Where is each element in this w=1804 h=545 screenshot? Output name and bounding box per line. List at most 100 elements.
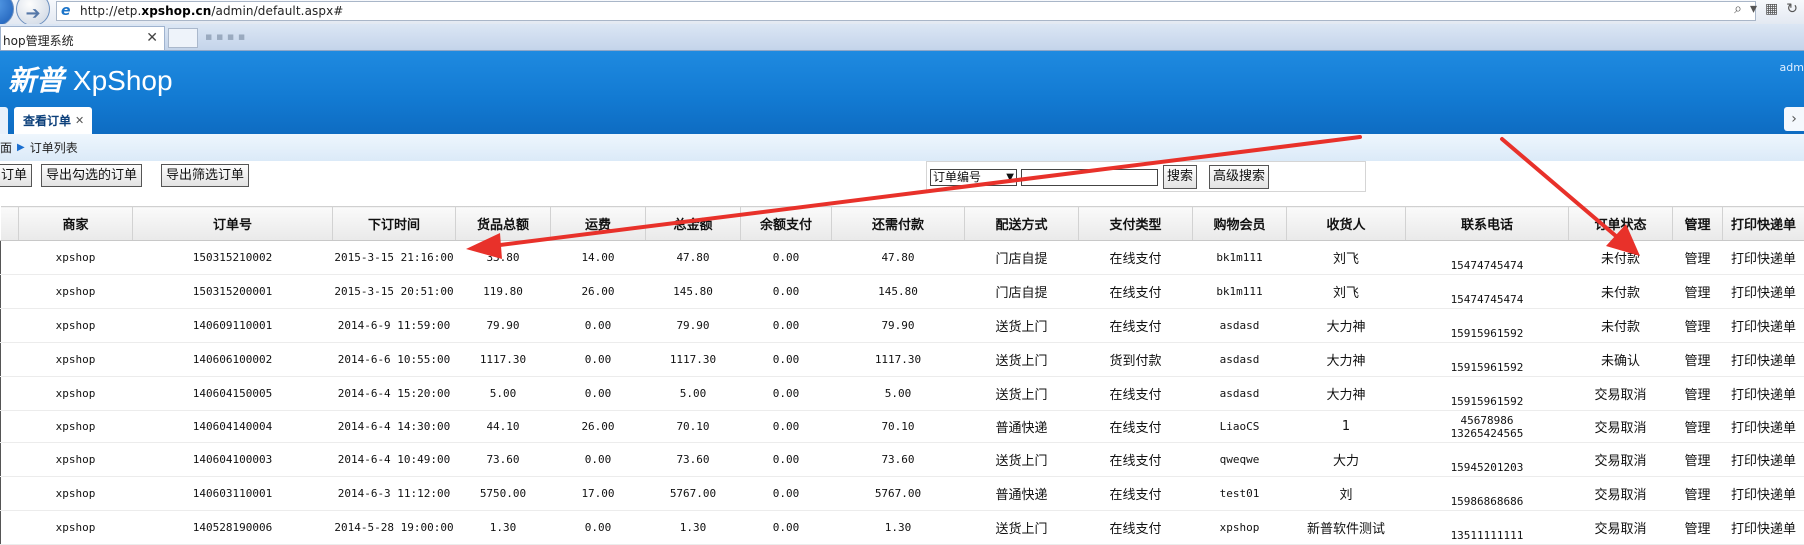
cell-manage[interactable]: 管理	[1673, 443, 1723, 477]
col-header[interactable]: 下订时间	[333, 207, 456, 241]
cell-order-no[interactable]: 140604150005	[133, 377, 333, 411]
favorites-strip: ▪ ▪ ▪ ▪	[205, 30, 245, 43]
toolbar: 订单 导出勾选的订单 导出筛选订单 订单编号 ▼ 搜索 高级搜索	[0, 161, 1804, 201]
cell-print[interactable]: 打印快递单	[1723, 241, 1804, 275]
row-checkbox[interactable]	[1, 411, 19, 443]
cell-order-no[interactable]: 140528190006	[133, 511, 333, 545]
cell-time: 2014-6-3 11:12:00	[333, 477, 456, 511]
cell-due: 1.30	[832, 511, 965, 545]
close-icon[interactable]: ✕	[146, 30, 158, 46]
export-filtered-button[interactable]: 导出筛选订单	[161, 164, 249, 187]
cell-manage[interactable]: 管理	[1673, 241, 1723, 275]
cell-order-no[interactable]: 150315200001	[133, 275, 333, 309]
cell-due: 145.80	[832, 275, 965, 309]
cell-order-no[interactable]: 140603110001	[133, 477, 333, 511]
cell-due: 5767.00	[832, 477, 965, 511]
cell-total: 5.00	[646, 377, 741, 411]
close-icon[interactable]: ✕	[75, 114, 84, 127]
col-header[interactable]: 购物会员	[1193, 207, 1287, 241]
cell-phone: 15915961592	[1406, 309, 1569, 343]
compat-view-icon[interactable]: ▦	[1765, 1, 1778, 17]
table-row: xpshop1406041400042014-6-4 14:30:0044.10…	[1, 411, 1804, 443]
phone-number: 15915961592	[1406, 361, 1569, 374]
tab-view-orders[interactable]: 查看订单 ✕	[14, 107, 92, 134]
col-header[interactable]: 收货人	[1287, 207, 1406, 241]
user-name[interactable]: adm	[1780, 61, 1804, 74]
url-field[interactable]: e http://etp.xpshop.cn/admin/default.asp…	[56, 1, 1756, 21]
row-checkbox[interactable]	[1, 343, 19, 377]
row-checkbox[interactable]	[1, 511, 19, 545]
cell-phone: 15474745474	[1406, 241, 1569, 275]
row-checkbox[interactable]	[1, 241, 19, 275]
cell-member: asdasd	[1193, 343, 1287, 377]
back-button[interactable]	[0, 0, 14, 26]
search-field-select[interactable]: 订单编号 ▼	[930, 169, 1017, 186]
col-header[interactable]: 联系电话	[1406, 207, 1569, 241]
col-header[interactable]: 运费	[551, 207, 646, 241]
col-header[interactable]: 配送方式	[965, 207, 1079, 241]
col-header[interactable]: 订单状态	[1569, 207, 1673, 241]
row-checkbox[interactable]	[1, 309, 19, 343]
cell-balance: 0.00	[741, 309, 832, 343]
breadcrumb-parent[interactable]: 面	[0, 139, 12, 156]
dropdown-icon[interactable]: ▾	[1750, 1, 1757, 17]
search-icon[interactable]: ⌕	[1734, 1, 1742, 17]
cell-print[interactable]: 打印快递单	[1723, 343, 1804, 377]
row-checkbox[interactable]	[1, 377, 19, 411]
cell-manage[interactable]: 管理	[1673, 343, 1723, 377]
cell-shipping: 送货上门	[965, 309, 1079, 343]
cell-order-no[interactable]: 140609110001	[133, 309, 333, 343]
row-checkbox[interactable]	[1, 443, 19, 477]
cell-order-no[interactable]: 140604140004	[133, 411, 333, 443]
cell-time: 2014-6-9 11:59:00	[333, 309, 456, 343]
phone-number: 15986868686	[1406, 495, 1569, 508]
cell-shipping: 门店自提	[965, 241, 1079, 275]
cell-order-no[interactable]: 140606100002	[133, 343, 333, 377]
col-header[interactable]: 总金额	[646, 207, 741, 241]
cell-receiver: 1	[1287, 411, 1406, 443]
cell-manage[interactable]: 管理	[1673, 411, 1723, 443]
cell-manage[interactable]: 管理	[1673, 511, 1723, 545]
cell-print[interactable]: 打印快递单	[1723, 377, 1804, 411]
row-checkbox[interactable]	[1, 275, 19, 309]
col-header[interactable]: 支付类型	[1079, 207, 1193, 241]
cell-print[interactable]: 打印快递单	[1723, 443, 1804, 477]
advanced-search-button[interactable]: 高级搜索	[1209, 165, 1269, 189]
col-header[interactable]: 商家	[19, 207, 133, 241]
order-button[interactable]: 订单	[0, 164, 32, 187]
table-row: xpshop1406031100012014-6-3 11:12:005750.…	[1, 477, 1804, 511]
cell-order-no[interactable]: 140604100003	[133, 443, 333, 477]
row-checkbox[interactable]	[1, 477, 19, 511]
breadcrumb: 面 ▶ 订单列表	[0, 134, 1804, 161]
cell-manage[interactable]: 管理	[1673, 377, 1723, 411]
tab-scroll-right-button[interactable]: ›	[1784, 107, 1804, 131]
cell-goods: 44.10	[456, 411, 551, 443]
cell-shipping: 普通快递	[965, 411, 1079, 443]
cell-time: 2015-3-15 21:16:00	[333, 241, 456, 275]
cell-member: qweqwe	[1193, 443, 1287, 477]
col-header[interactable]: 货品总额	[456, 207, 551, 241]
browser-tab[interactable]: hop管理系统 ✕	[0, 26, 165, 50]
col-header[interactable]: 余额支付	[741, 207, 832, 241]
col-header[interactable]: 还需付款	[832, 207, 965, 241]
col-header[interactable]: 订单号	[133, 207, 333, 241]
cell-manage[interactable]: 管理	[1673, 275, 1723, 309]
cell-print[interactable]: 打印快递单	[1723, 275, 1804, 309]
forward-button[interactable]: ➔	[16, 0, 50, 26]
export-checked-button[interactable]: 导出勾选的订单	[41, 164, 142, 187]
tab-home-stub[interactable]	[0, 107, 8, 134]
refresh-icon[interactable]: ↻	[1786, 1, 1798, 17]
cell-manage[interactable]: 管理	[1673, 309, 1723, 343]
cell-print[interactable]: 打印快递单	[1723, 511, 1804, 545]
cell-due: 1117.30	[832, 343, 965, 377]
cell-order-no[interactable]: 150315210002	[133, 241, 333, 275]
cell-due: 47.80	[832, 241, 965, 275]
cell-time: 2014-6-4 15:20:00	[333, 377, 456, 411]
cell-manage[interactable]: 管理	[1673, 477, 1723, 511]
cell-print[interactable]: 打印快递单	[1723, 477, 1804, 511]
cell-print[interactable]: 打印快递单	[1723, 411, 1804, 443]
search-button[interactable]: 搜索	[1163, 165, 1197, 189]
search-input[interactable]	[1021, 169, 1158, 186]
new-tab-button[interactable]	[168, 28, 198, 48]
cell-print[interactable]: 打印快递单	[1723, 309, 1804, 343]
